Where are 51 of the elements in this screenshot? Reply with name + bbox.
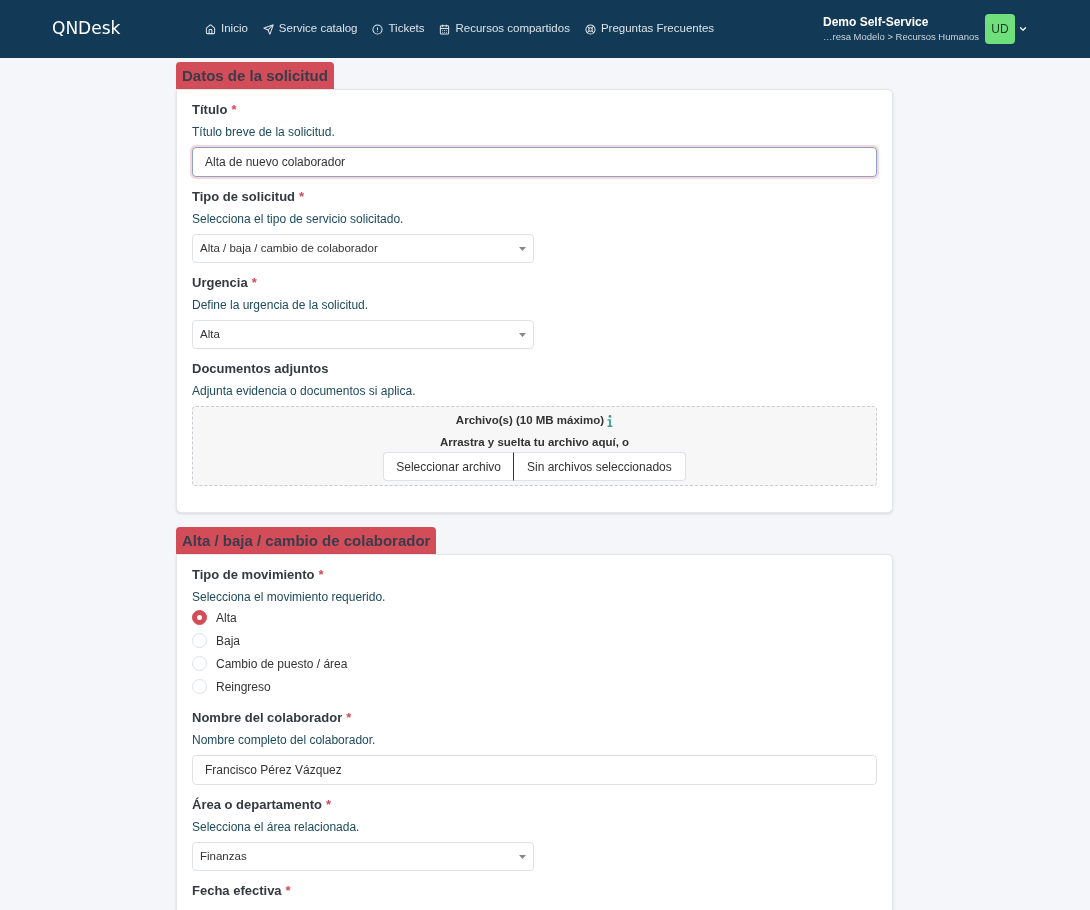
select-field[interactable]: Finanzas xyxy=(192,842,534,871)
field-label: Área o departamento * xyxy=(192,796,332,814)
user-breadcrumb: …resa Modelo > Recursos Humanos xyxy=(822,30,979,43)
field-label: Tipo de movimiento * xyxy=(192,566,324,584)
field-help-text: Selecciona el tipo de servicio solicitado. xyxy=(192,211,404,228)
section-title: Alta / baja / cambio de colaborador xyxy=(176,527,437,554)
text-input[interactable]: Francisco Pérez Vázquez xyxy=(192,755,877,785)
radio-label: Cambio de puesto / área xyxy=(216,655,348,673)
app-logo[interactable]: QNDesk xyxy=(52,16,121,42)
file-dropzone[interactable]: Archivo(s) (10 MB máximo) Arrastra y suelta tu archivo aquí, o Seleccionar archivo Sin archivos seleccionados xyxy=(192,406,877,486)
nav-link[interactable]: Recursos compartidos xyxy=(439,20,570,38)
calendar-icon xyxy=(439,23,451,35)
user-name: Demo Self-Service xyxy=(822,15,929,30)
field-help-text: Selecciona el movimiento requerido. xyxy=(192,589,386,606)
nav-link[interactable]: Inicio xyxy=(205,20,248,38)
select-field[interactable]: Alta xyxy=(192,320,534,349)
text-input[interactable]: Alta de nuevo colaborador xyxy=(192,147,877,177)
radio-label: Alta xyxy=(216,609,237,627)
field-help-text: Define la urgencia de la solicitud. xyxy=(192,297,369,314)
user-avatar[interactable]: UD xyxy=(985,14,1015,44)
field-label: Título * xyxy=(192,101,237,119)
field-help-text: Selecciona el área relacionada. xyxy=(192,819,360,836)
nav-link[interactable]: Preguntas Frecuentes xyxy=(584,20,715,38)
life-buoy-icon xyxy=(584,23,596,35)
file-status-text: Sin archivos seleccionados xyxy=(514,452,686,481)
field-help-text: Título breve de la solicitud. xyxy=(192,124,335,141)
alert-circle-icon xyxy=(372,23,384,35)
field-label: Documentos adjuntos xyxy=(192,360,329,378)
field-help-text: Adjunta evidencia o documentos si aplica. xyxy=(192,383,416,400)
section-title: Datos de la solicitud xyxy=(176,62,334,89)
dropzone-text: Arrastra y suelta tu archivo aquí, o xyxy=(439,435,630,450)
caret-icon xyxy=(519,854,526,859)
dropzone-title: Archivo(s) (10 MB máximo) xyxy=(455,413,605,429)
radio-button[interactable] xyxy=(192,610,207,625)
nav-link[interactable]: Tickets xyxy=(372,20,425,38)
home-icon xyxy=(205,23,216,35)
paper-plane-icon xyxy=(262,23,274,35)
field-label: Urgencia * xyxy=(192,274,257,292)
nav-link[interactable]: Service catalog xyxy=(262,20,358,38)
caret-icon xyxy=(519,246,526,251)
caret-icon xyxy=(519,332,526,337)
radio-label: Reingreso xyxy=(216,678,271,696)
field-label: Nombre del colaborador * xyxy=(192,709,352,727)
info-icon xyxy=(607,415,614,427)
radio-label: Baja xyxy=(216,632,241,650)
field-label: Fecha efectiva * xyxy=(192,882,291,900)
field-help-text: Nombre completo del colaborador. xyxy=(192,732,376,749)
field-label: Tipo de solicitud * xyxy=(192,188,305,206)
select-field[interactable]: Alta / baja / cambio de colaborador xyxy=(192,234,534,263)
chevron-down-icon[interactable] xyxy=(1018,24,1028,34)
select-file-button[interactable]: Seleccionar archivo xyxy=(383,452,514,481)
